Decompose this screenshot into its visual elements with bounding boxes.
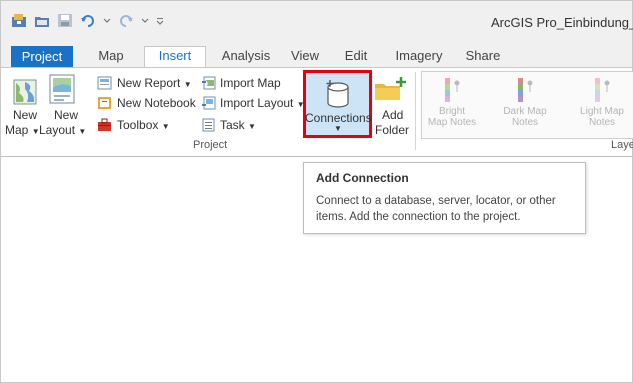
toolbox-button[interactable]: Toolbox ▼ [117, 118, 170, 132]
ribbon-tabs: Project Map Insert Analysis View Edit Im… [1, 43, 632, 68]
dark-map-notes-item[interactable]: Dark Map Notes [500, 76, 550, 132]
window-title: ArcGIS Pro_Einbindung_Se [491, 15, 633, 30]
layer-template-gallery: Bright Map Notes Dark Map Notes Light Ma… [421, 71, 633, 139]
task-icon [202, 118, 215, 132]
ribbon-bottom-divider [1, 156, 632, 157]
title-bar: ArcGIS Pro_Einbindung_Se [1, 1, 633, 43]
bright-map-notes-label-2: Map Notes [427, 117, 477, 128]
add-folder-button[interactable]: Folder [375, 123, 409, 137]
new-notebook-button[interactable]: New Notebook [117, 96, 196, 110]
map-note-icon [445, 78, 460, 102]
redo-icon[interactable] [118, 13, 134, 28]
undo-icon[interactable] [80, 13, 96, 28]
chevron-down-icon: ▼ [248, 122, 256, 131]
light-map-notes-item[interactable]: Light Map Notes [577, 76, 627, 132]
main-content-area [1, 158, 632, 382]
new-project-icon[interactable] [11, 13, 27, 28]
tab-edit[interactable]: Edit [336, 47, 376, 67]
customize-toolbar-icon[interactable] [156, 13, 164, 28]
new-layout-button[interactable]: Layout ▼ [39, 123, 86, 137]
chevron-down-icon: ▼ [161, 122, 170, 131]
map-note-icon [595, 78, 610, 102]
save-icon[interactable] [57, 13, 73, 28]
chevron-down-icon: ▼ [183, 80, 192, 89]
new-map-button[interactable]: Map ▼ [5, 123, 40, 137]
new-layout-label[interactable]: New [54, 108, 78, 122]
import-map-button[interactable]: Import Map [220, 76, 281, 90]
tab-insert[interactable]: Insert [144, 46, 206, 68]
import-layout-icon [202, 96, 216, 110]
import-map-icon [202, 76, 216, 90]
new-report-button[interactable]: New Report ▼ [117, 76, 192, 90]
map-icon [13, 79, 37, 105]
tab-share[interactable]: Share [458, 47, 508, 67]
tab-view[interactable]: View [285, 47, 325, 67]
database-icon [326, 80, 349, 108]
connections-label: Connections [305, 111, 372, 125]
dark-map-notes-label: Dark Map [503, 106, 547, 117]
open-icon[interactable] [34, 13, 50, 28]
notebook-icon [98, 97, 111, 109]
layer-group-label: Laye [611, 139, 633, 151]
light-map-notes-label: Light Map [580, 106, 624, 117]
add-folder-label[interactable]: Add [382, 108, 403, 122]
light-map-notes-label-2: Notes [588, 117, 616, 128]
import-layout-button[interactable]: Import Layout ▼ [220, 96, 305, 110]
report-icon [97, 76, 112, 90]
dark-map-notes-label-2: Notes [511, 117, 539, 128]
bright-map-notes-item[interactable]: Bright Map Notes [427, 76, 477, 132]
task-button[interactable]: Task ▼ [220, 118, 256, 132]
group-separator [415, 72, 416, 150]
bright-map-notes-label: Bright [438, 106, 466, 117]
chevron-down-icon: ▼ [334, 124, 342, 133]
ribbon-insert: New Map ▼ New Layout ▼ New Report ▼ New … [1, 67, 633, 157]
project-group-label: Project [193, 139, 228, 151]
map-note-icon [518, 78, 533, 102]
tab-imagery[interactable]: Imagery [389, 47, 449, 67]
chevron-down-icon[interactable] [141, 13, 149, 28]
app-window: ArcGIS Pro_Einbindung_Se Project Map Ins… [0, 0, 633, 383]
toolbox-icon [98, 118, 111, 131]
tab-project[interactable]: Project [11, 46, 73, 67]
tab-analysis[interactable]: Analysis [213, 47, 279, 67]
tab-map[interactable]: Map [89, 47, 133, 67]
chevron-down-icon[interactable] [103, 13, 111, 28]
layout-icon [49, 74, 75, 104]
chevron-down-icon: ▼ [78, 127, 87, 136]
quick-access-toolbar [11, 13, 164, 28]
new-map-label[interactable]: New [13, 108, 37, 122]
connections-button[interactable]: Connections ▼ [303, 70, 372, 138]
folder-add-icon [375, 77, 406, 100]
